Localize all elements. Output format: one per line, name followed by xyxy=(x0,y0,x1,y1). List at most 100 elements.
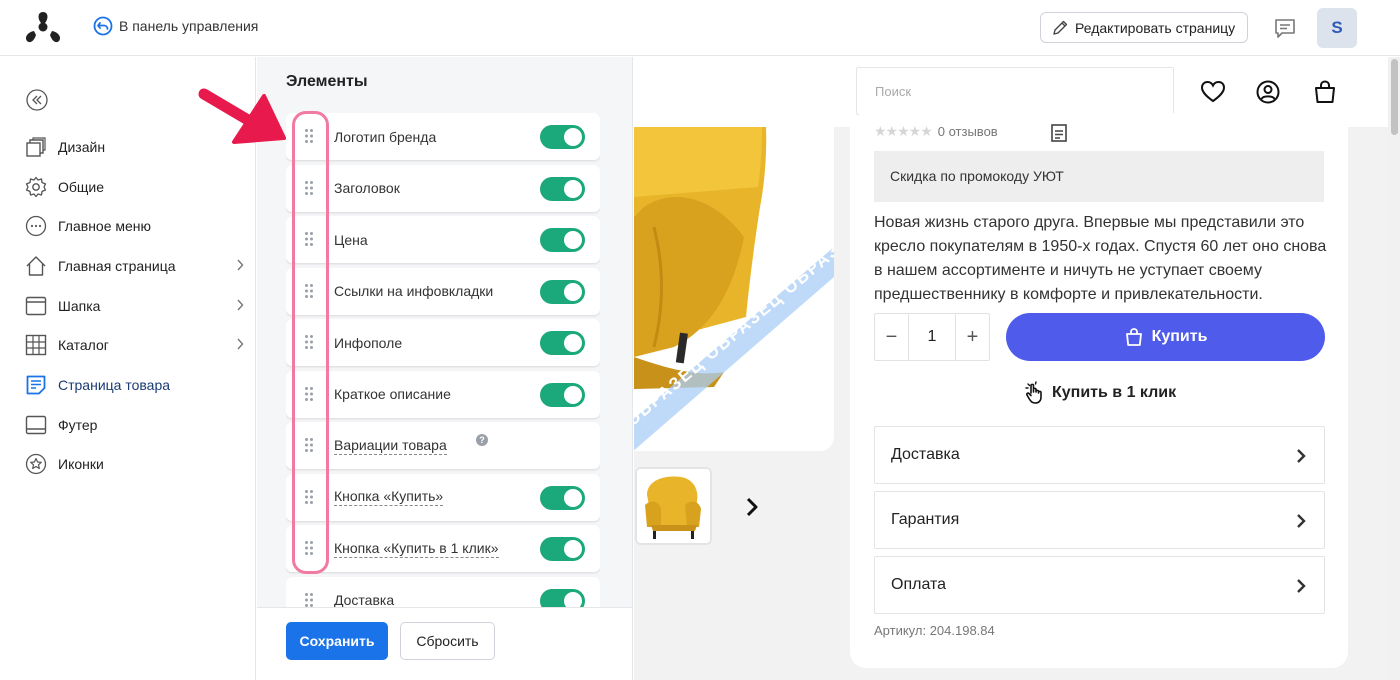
accordion-label: Гарантия xyxy=(891,511,960,528)
element-toggle[interactable] xyxy=(540,176,585,201)
brand-logo-icon[interactable] xyxy=(24,10,62,44)
one-click-buy-link[interactable]: Купить в 1 клик xyxy=(1024,381,1176,405)
account-icon[interactable] xyxy=(1255,79,1281,105)
accordion-delivery[interactable]: Доставка xyxy=(874,426,1325,484)
drag-handle-icon[interactable] xyxy=(304,540,314,556)
user-avatar[interactable]: S xyxy=(1317,8,1357,48)
quantity-decrease-button[interactable]: − xyxy=(875,314,908,360)
element-toggle[interactable] xyxy=(540,382,585,407)
accordion-label: Доставка xyxy=(891,446,960,463)
elements-list: Логотип бренда Заголовок Цена Ссылки на … xyxy=(286,113,600,607)
save-button[interactable]: Сохранить xyxy=(286,622,388,660)
scrollbar-thumb[interactable] xyxy=(1391,59,1398,135)
sidebar-item-label: Дизайн xyxy=(58,138,106,155)
reset-button[interactable]: Сбросить xyxy=(400,622,495,660)
element-toggle[interactable] xyxy=(540,331,585,355)
elements-panel: Элементы Логотип бренда Заголовок Цена С… xyxy=(257,57,633,680)
element-label: Доставка xyxy=(334,592,395,607)
sidebar-item-icons[interactable]: Иконки xyxy=(24,445,250,485)
collapse-sidebar-icon[interactable] xyxy=(26,89,48,111)
drag-handle-icon[interactable] xyxy=(304,283,314,299)
element-item-price[interactable]: Цена xyxy=(286,216,600,263)
cart-bag-icon[interactable] xyxy=(1312,79,1338,105)
drag-handle-icon[interactable] xyxy=(304,334,314,350)
element-item-brand-logo[interactable]: Логотип бренда xyxy=(286,113,600,160)
element-toggle[interactable] xyxy=(540,588,585,607)
drag-handle-icon[interactable] xyxy=(304,231,314,247)
star-empty-icon: ★★★★★ xyxy=(874,123,933,139)
design-icon xyxy=(24,135,48,159)
back-to-dashboard-link[interactable]: В панель управления xyxy=(93,16,258,36)
store-preview: Поиск ОБРАЗЕЦ ОБРАЗЕЦ ОБРАЗЕЦ ★★★★★ 0 от… xyxy=(634,57,1388,680)
chevron-right-icon xyxy=(237,259,244,271)
element-toggle[interactable] xyxy=(540,485,585,510)
element-item-product-variations[interactable]: Вариации товара ? xyxy=(286,422,600,469)
preview-scrollbar[interactable] xyxy=(1388,57,1400,680)
gallery-next-arrow-icon[interactable] xyxy=(744,497,760,517)
gear-icon xyxy=(24,175,48,199)
sidebar-item-label: Иконки xyxy=(58,456,104,473)
element-toggle[interactable] xyxy=(540,537,585,561)
document-icon[interactable] xyxy=(1050,123,1068,143)
element-label: Ссылки на инфовкладки xyxy=(334,283,494,299)
element-label[interactable]: Кнопка «Купить» xyxy=(334,488,444,506)
element-item-info-field[interactable]: Инфополе xyxy=(286,319,600,366)
element-item-one-click-button[interactable]: Кнопка «Купить в 1 клик» xyxy=(286,525,600,572)
product-sku: Артикул: 204.198.84 xyxy=(874,623,995,638)
element-label: Инфополе xyxy=(334,334,403,351)
sidebar-item-label: Каталог xyxy=(58,337,109,354)
sidebar-item-label: Главная страница xyxy=(58,257,176,274)
chevron-right-icon xyxy=(237,299,244,311)
sidebar-item-label: Страница товара xyxy=(58,376,171,393)
sidebar-item-product-page[interactable]: Страница товара xyxy=(24,365,250,405)
drag-handle-icon[interactable] xyxy=(304,128,314,144)
element-label[interactable]: Вариации товара xyxy=(334,437,447,455)
heart-icon[interactable] xyxy=(1200,79,1226,105)
promo-info-field: Скидка по промокоду УЮТ xyxy=(874,151,1324,202)
accordion-payment[interactable]: Оплата xyxy=(874,556,1325,614)
drag-handle-icon[interactable] xyxy=(304,437,314,453)
drag-handle-icon[interactable] xyxy=(304,592,314,608)
element-item-info-tab-links[interactable]: Ссылки на инфовкладки xyxy=(286,267,600,315)
annotation-arrow-icon xyxy=(198,88,286,144)
element-toggle[interactable] xyxy=(540,125,585,149)
drag-handle-icon[interactable] xyxy=(304,386,314,402)
store-search-input[interactable]: Поиск xyxy=(856,67,1174,115)
sidebar-item-general[interactable]: Общие xyxy=(24,167,250,207)
sidebar-item-footer[interactable]: Футер xyxy=(24,405,250,445)
chevron-right-icon xyxy=(1297,579,1306,593)
reviews-count: 0 отзывов xyxy=(937,124,998,139)
product-info-card: ★★★★★ 0 отзывов Скидка по промокоду УЮТ … xyxy=(850,113,1348,668)
help-icon[interactable]: ? xyxy=(476,434,488,446)
star-icon xyxy=(24,452,48,476)
element-item-short-description[interactable]: Краткое описание xyxy=(286,370,600,418)
element-label: Логотип бренда xyxy=(334,128,437,145)
chair-thumbnail-icon xyxy=(637,469,710,543)
chair-photo-icon: ОБРАЗЕЦ ОБРАЗЕЦ ОБРАЗЕЦ xyxy=(634,127,834,451)
quantity-stepper[interactable]: − 1 + xyxy=(874,313,990,361)
chat-icon[interactable] xyxy=(1273,16,1297,40)
element-item-delivery[interactable]: Доставка xyxy=(286,576,600,608)
sidebar-item-home-page[interactable]: Главная страница xyxy=(24,246,250,286)
accordion-warranty[interactable]: Гарантия xyxy=(874,491,1325,549)
product-rating[interactable]: ★★★★★ 0 отзывов xyxy=(874,123,998,140)
drag-handle-icon[interactable] xyxy=(304,489,314,505)
element-item-buy-button[interactable]: Кнопка «Купить» xyxy=(286,473,600,521)
element-toggle[interactable] xyxy=(540,228,585,252)
product-main-image[interactable]: ОБРАЗЕЦ ОБРАЗЕЦ ОБРАЗЕЦ xyxy=(634,127,834,451)
edit-page-button[interactable]: Редактировать страницу xyxy=(1040,12,1249,43)
element-toggle[interactable] xyxy=(540,279,585,304)
edit-page-label: Редактировать страницу xyxy=(1075,19,1236,36)
quantity-increase-button[interactable]: + xyxy=(956,314,989,360)
chevron-right-icon xyxy=(1297,449,1306,463)
element-label[interactable]: Кнопка «Купить в 1 клик» xyxy=(334,540,499,558)
sidebar-item-catalog[interactable]: Каталог xyxy=(24,325,250,365)
quantity-value[interactable]: 1 xyxy=(908,314,956,360)
drag-handle-icon[interactable] xyxy=(304,180,314,196)
buy-button-label: Купить xyxy=(1151,328,1208,345)
product-thumbnail[interactable] xyxy=(635,467,712,545)
buy-button[interactable]: Купить xyxy=(1006,313,1325,361)
sidebar-item-main-menu[interactable]: Главное меню xyxy=(24,206,250,246)
element-item-title[interactable]: Заголовок xyxy=(286,164,600,212)
sidebar-item-header[interactable]: Шапка xyxy=(24,286,250,326)
